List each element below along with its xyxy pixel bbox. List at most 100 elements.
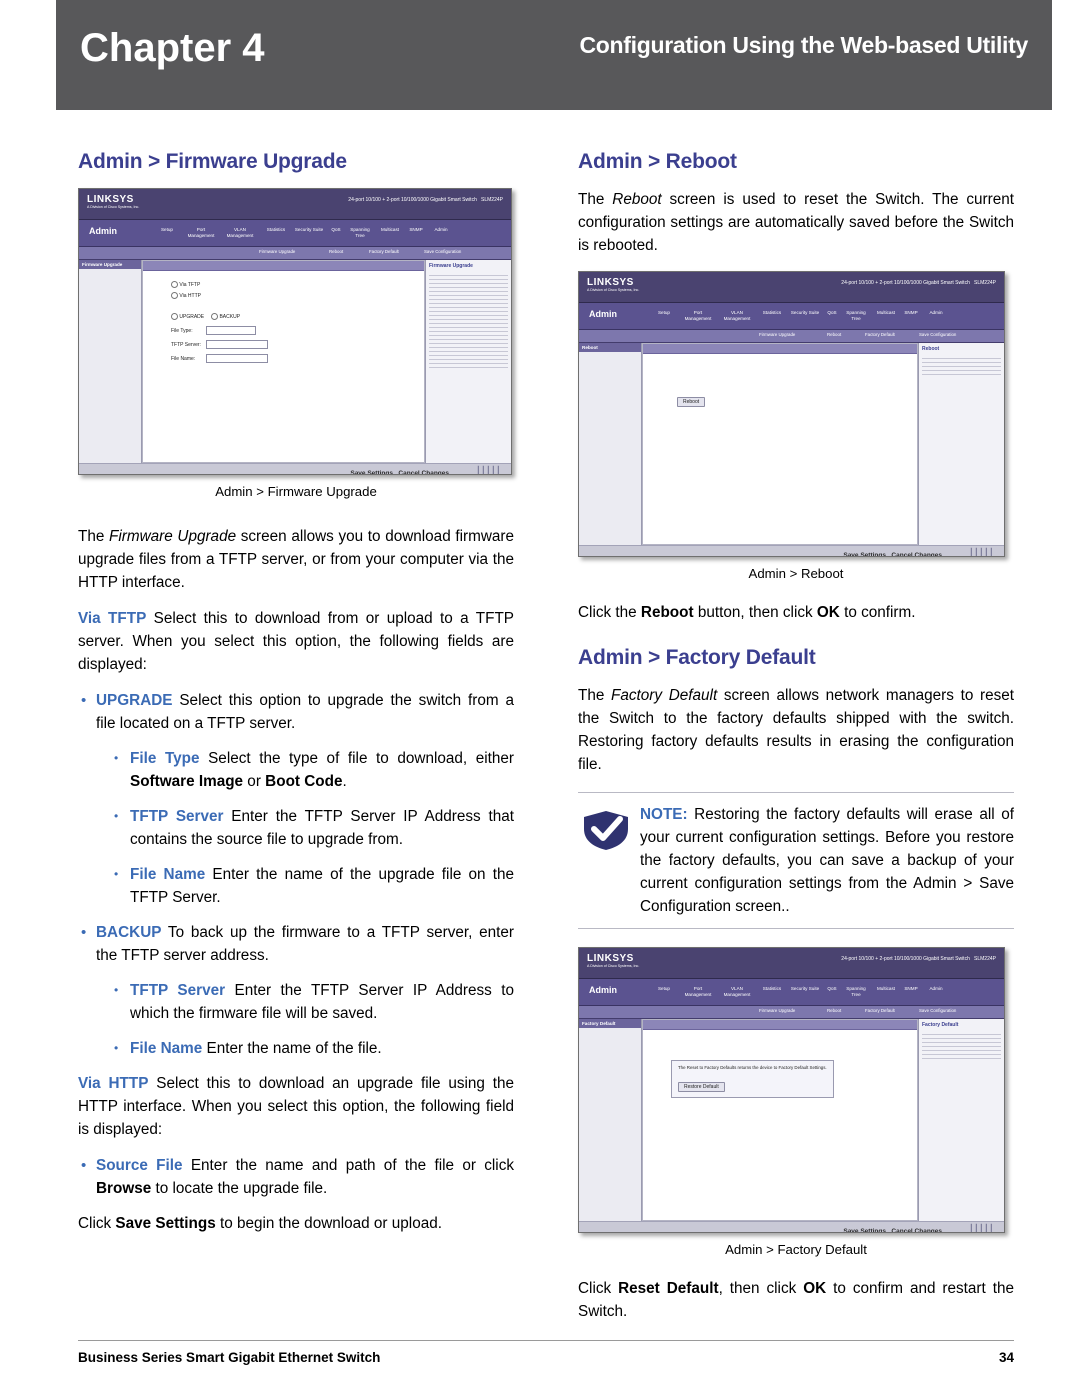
linksys-logo: LINKSYS A Division of Cisco Systems, Inc… <box>587 277 640 292</box>
shot3-prompt-text: The Reset to Factory Defaults returns th… <box>678 1065 827 1070</box>
shot3-cancel-changes-button[interactable]: Cancel Changes <box>891 1228 942 1232</box>
paragraph-via-tftp: Via TFTP Select this to download from or… <box>78 610 514 673</box>
shot3-menu-statistics: Statistics <box>762 986 782 991</box>
shot3-menu-security-suite: Security Suite <box>790 986 820 991</box>
shot-help-text <box>426 275 511 368</box>
shot2-menu-admin: Admin <box>929 310 943 315</box>
shot-footer-buttons[interactable]: Save Settings Cancel Changes <box>350 470 449 474</box>
shot3-help-panel: Factory Default <box>918 1019 1004 1221</box>
subbullet-tftp-server-1: TFTP Server Enter the TFTP Server IP Add… <box>110 805 514 851</box>
header-right-notch <box>1052 0 1080 110</box>
shot-radio-backup[interactable] <box>211 313 219 320</box>
paragraph-via-http: Via HTTP Select this to download an upgr… <box>78 1075 514 1138</box>
shot-menu-statistics: Statistics <box>266 227 286 232</box>
running-title: Configuration Using the Web-based Utilit… <box>579 32 1028 58</box>
shot-input-file-name[interactable] <box>206 354 269 363</box>
shot3-menu-multicast: Multicast <box>876 986 896 991</box>
shot-radio-upgrade-label: UPGRADE <box>179 313 205 320</box>
paragraph-reboot-click: Click the Reboot button, then click OK t… <box>578 604 916 621</box>
header-left-notch <box>0 0 56 110</box>
shot2-menu-multicast: Multicast <box>876 310 896 315</box>
left-column: Admin > Firmware Upgrade LINKSYS A Divis… <box>78 150 514 1248</box>
shot-radio-upgrade[interactable] <box>171 313 178 320</box>
section-heading-factory-default: Admin > Factory Default <box>578 646 816 669</box>
shot-radio-via-tftp[interactable] <box>171 281 178 288</box>
shot-admin-label: Admin <box>89 226 117 236</box>
shot2-help-header: Reboot <box>922 346 940 352</box>
shot2-menu-qos: QoS <box>827 310 837 315</box>
footer-page-number: 34 <box>998 1350 1014 1365</box>
shot-radio-via-http-label: Via HTTP <box>179 292 201 299</box>
shot-input-tftp-server[interactable] <box>206 340 269 349</box>
chapter-number: 4 <box>242 26 265 70</box>
shot-radio-via-tftp-label: Via TFTP <box>179 281 201 288</box>
shot-tab-reboot: Reboot <box>329 249 344 254</box>
shot-cisco-logo: │││││ CISCO <box>476 466 501 475</box>
linksys-logo: LINKSYS A Division of Cisco Systems, Inc… <box>587 953 640 968</box>
shot-menu-security-suite: Security Suite <box>294 227 324 232</box>
shot-radio-backup-label: BACKUP <box>219 313 241 320</box>
note-text: NOTE: Restoring the factory defaults wil… <box>640 806 1014 915</box>
page-header: Chapter 4 Configuration Using the Web-ba… <box>0 0 1080 110</box>
shot3-menubar: Admin Setup Port Management VLAN Managem… <box>579 979 1004 1006</box>
shot2-menu-spanning-tree: Spanning Tree <box>846 310 866 321</box>
shot-menu-qos: QoS <box>331 227 341 232</box>
figure-caption-firmware: Admin > Firmware Upgrade <box>215 484 377 499</box>
shot2-save-settings-button[interactable]: Save Settings <box>843 552 886 556</box>
shot3-help-header: Factory Default <box>922 1022 959 1028</box>
shot-select-file-type[interactable] <box>206 326 257 335</box>
shot3-body: Factory Default The Reset to Factory Def… <box>579 1019 1004 1221</box>
shot-save-settings-button[interactable]: Save Settings <box>350 470 393 474</box>
shot2-footer-buttons[interactable]: Save Settings Cancel Changes <box>843 552 942 556</box>
subbullet-tftp-server-2: TFTP Server Enter the TFTP Server IP Add… <box>110 979 514 1025</box>
shot-leftnav: Firmware Upgrade <box>79 260 142 463</box>
shot3-admin-label: Admin <box>589 985 617 995</box>
shot3-footer: Save Settings Cancel Changes │││││ CISCO <box>579 1221 1004 1232</box>
shot-menu-admin: Admin <box>434 227 448 232</box>
shot3-restore-default-button[interactable]: Restore Default <box>678 1082 725 1092</box>
shot3-menu-port-management: Port Management <box>684 986 712 997</box>
shot-label-tftp-server: TFTP Server: <box>171 341 201 348</box>
shot-tab-factory-default: Factory Default <box>369 249 399 254</box>
shot2-menu-setup: Setup <box>657 310 670 315</box>
shot3-topbar: LINKSYS A Division of Cisco Systems, Inc… <box>579 948 1004 979</box>
shot-radio-via-http[interactable] <box>171 292 178 299</box>
figure-caption-factory: Admin > Factory Default <box>725 1242 867 1257</box>
shot3-model-text: 24-port 10/100 + 2-port 10/100/1000 Giga… <box>841 956 996 962</box>
shot2-topbar: LINKSYS A Division of Cisco Systems, Inc… <box>579 272 1004 303</box>
shot3-menu-spanning-tree: Spanning Tree <box>846 986 866 997</box>
subbullet-file-type: File Type Select the type of file to dow… <box>110 747 514 793</box>
shot-cancel-changes-button[interactable]: Cancel Changes <box>398 470 449 474</box>
screenshot-reboot: LINKSYS A Division of Cisco Systems, Inc… <box>578 271 1005 557</box>
shot3-menu-snmp: SNMP <box>904 986 918 991</box>
shot-menu-setup: Setup <box>160 227 173 232</box>
shot-footer: Save Settings Cancel Changes │││││ CISCO <box>79 463 511 475</box>
shot2-cancel-changes-button[interactable]: Cancel Changes <box>891 552 942 556</box>
footer-rule <box>78 1340 1014 1341</box>
shot2-model-text: 24-port 10/100 + 2-port 10/100/1000 Giga… <box>841 280 996 286</box>
shot3-tab-reboot: Reboot <box>827 1008 842 1013</box>
page-title: Chapter 4 <box>80 26 265 71</box>
shot2-tab-factory-default: Factory Default <box>865 332 895 337</box>
shot-model-text: 24-port 10/100 + 2-port 10/100/1000 Giga… <box>348 197 503 203</box>
shot-content-header <box>143 261 424 271</box>
chapter-label: Chapter <box>80 26 232 70</box>
shot3-tab-factory-default: Factory Default <box>865 1008 895 1013</box>
paragraph-reboot-intro: The Reboot screen is used to reset the S… <box>578 191 1015 254</box>
shot3-content: The Reset to Factory Defaults returns th… <box>642 1019 918 1221</box>
shot2-admin-label: Admin <box>589 309 617 319</box>
shot3-save-settings-button[interactable]: Save Settings <box>843 1228 886 1232</box>
shot2-menubar: Admin Setup Port Management VLAN Managem… <box>579 303 1004 330</box>
shot-tab-save-configuration: Save Configuration <box>424 249 462 254</box>
shot3-menu-vlan-management: VLAN Management <box>723 986 751 997</box>
shot2-content-header <box>643 344 917 354</box>
shot3-footer-buttons[interactable]: Save Settings Cancel Changes <box>843 1228 942 1232</box>
shot2-footer: Save Settings Cancel Changes │││││ CISCO <box>579 545 1004 556</box>
subbullet-file-name-1: File Name Enter the name of the upgrade … <box>110 863 514 909</box>
bullet-source-file: Source File Enter the name and path of t… <box>78 1154 514 1200</box>
shot3-help-text <box>919 1034 1004 1059</box>
bullet-upgrade: UPGRADE Select this option to upgrade th… <box>78 689 514 735</box>
shot2-reboot-button[interactable]: Reboot <box>677 397 706 407</box>
shot-help-panel: Firmware Upgrade <box>425 260 511 463</box>
shot2-tab-firmware-upgrade: Firmware Upgrade <box>759 332 796 337</box>
